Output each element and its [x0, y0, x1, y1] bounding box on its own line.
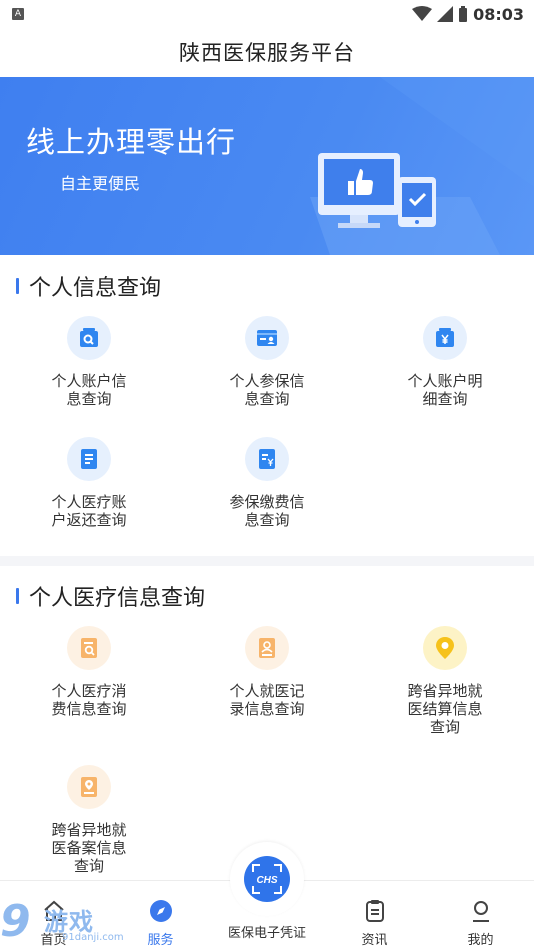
tile-label: 个人参保信息查询	[229, 372, 305, 408]
app-title: 陕西医保服务平台	[179, 41, 355, 65]
yuan-wallet-icon	[423, 316, 467, 360]
watermark-url: 91danji.com	[62, 932, 124, 943]
chs-scan-icon: CHS	[244, 856, 290, 902]
clock: 08:03	[473, 4, 524, 24]
location-pin-icon	[423, 626, 467, 670]
service-cross-province-filing-query[interactable]: 跨省异地就医备案信息查询	[0, 765, 178, 875]
compass-icon	[149, 899, 173, 923]
computer-thumbs-up-illustration	[310, 77, 534, 255]
yuan-bill-icon	[245, 437, 289, 481]
tab-label-e-voucher: 医保电子凭证	[227, 926, 306, 941]
tile-label: 跨省异地就医备案信息查询	[51, 821, 127, 875]
service-medical-account-refund-query[interactable]: 个人医疗账户返还查询	[0, 437, 178, 529]
status-bar: A 08:03	[0, 0, 534, 28]
service-insurance-info-query[interactable]: 个人参保信息查询	[178, 316, 356, 408]
tile-label: 个人账户信息查询	[51, 372, 127, 408]
section-medical-info: 个人医疗信息查询	[0, 576, 534, 616]
watermark-digit: 9	[0, 896, 31, 947]
tab-label: 服务	[147, 933, 174, 948]
tab-label: 我的	[467, 933, 494, 948]
tile-label: 个人医疗消费信息查询	[51, 682, 127, 718]
tab-news[interactable]: 资讯	[321, 881, 428, 951]
service-account-detail-query[interactable]: 个人账户明细查询	[356, 316, 534, 408]
section-accent-bar	[16, 588, 19, 604]
tile-label: 跨省异地就医结算信息查询	[407, 682, 483, 736]
insurance-card-icon	[245, 316, 289, 360]
sim-badge: A	[12, 8, 24, 20]
section-divider	[0, 556, 534, 566]
section-title: 个人医疗信息查询	[29, 586, 206, 611]
location-file-icon	[67, 765, 111, 809]
promo-banner[interactable]: 线上办理零出行 自主更便民	[0, 77, 534, 255]
tile-label: 个人账户明细查询	[407, 372, 483, 408]
service-payment-info-query[interactable]: 参保缴费信息查询	[178, 437, 356, 529]
service-medical-consumption-query[interactable]: 个人医疗消费信息查询	[0, 626, 178, 718]
tab-label: 资讯	[361, 933, 388, 948]
banner-title: 线上办理零出行	[26, 125, 237, 159]
account-search-icon	[67, 316, 111, 360]
user-icon	[469, 899, 493, 923]
medical-record-icon	[245, 626, 289, 670]
wifi-icon	[412, 6, 433, 21]
medical-search-icon	[67, 626, 111, 670]
service-account-info-query[interactable]: 个人账户信息查询	[0, 316, 178, 408]
signal-icon	[437, 6, 454, 22]
service-cross-province-settlement-query[interactable]: 跨省异地就医结算信息查询	[356, 626, 534, 736]
news-icon	[363, 899, 387, 923]
tab-mine[interactable]: 我的	[427, 881, 534, 951]
tile-label: 个人就医记录信息查询	[229, 682, 305, 718]
section-title: 个人信息查询	[29, 276, 162, 301]
tile-label: 个人医疗账户返还查询	[51, 493, 127, 529]
service-medical-record-query[interactable]: 个人就医记录信息查询	[178, 626, 356, 718]
battery-icon	[459, 6, 468, 22]
medical-e-voucher-button[interactable]: CHS	[230, 842, 304, 916]
banner-subtitle: 自主更便民	[60, 174, 141, 193]
section-accent-bar	[16, 278, 19, 294]
document-list-icon	[67, 437, 111, 481]
site-watermark: 9 游戏 91danji.com	[0, 896, 140, 950]
tile-label: 参保缴费信息查询	[229, 493, 305, 529]
chs-badge-text: CHS	[256, 875, 277, 886]
section-personal-info: 个人信息查询	[0, 266, 534, 306]
